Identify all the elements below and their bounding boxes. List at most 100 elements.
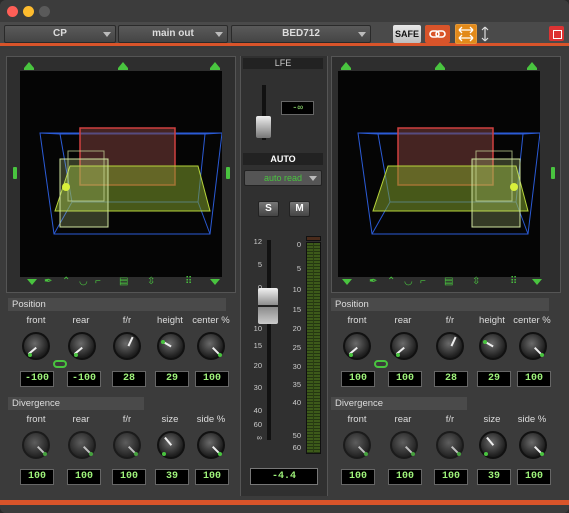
rear-right-speaker-icon[interactable] [210, 279, 220, 285]
arc-tool-icon[interactable]: ◡ [79, 277, 88, 287]
mute-button[interactable]: M [289, 201, 310, 217]
right-center-value[interactable]: 100 [517, 371, 551, 387]
side-left-speaker-icon[interactable] [13, 167, 17, 179]
right-div-rear-value[interactable]: 100 [388, 469, 422, 485]
main-fader-handle[interactable] [258, 288, 278, 324]
left-div-fr-knob[interactable] [113, 431, 141, 459]
close-window-button[interactable] [7, 6, 18, 17]
right-center-label: center % [513, 315, 551, 326]
right-div-front-knob[interactable] [343, 431, 371, 459]
left-fr-knob[interactable] [113, 332, 141, 360]
right-div-rear-knob[interactable] [390, 431, 418, 459]
track-selector-dropdown[interactable]: CP [4, 25, 116, 43]
bottom-accent-strip [0, 497, 569, 513]
draw-tool-icon[interactable]: ✒ [44, 277, 52, 287]
close-icon[interactable] [549, 26, 564, 41]
right-div-fr-knob[interactable] [436, 431, 464, 459]
right-divergence-title: Divergence [331, 397, 467, 410]
speaker-grid-icon[interactable]: ⠿ [510, 277, 517, 287]
grid-mode-icon[interactable]: ▤ [444, 277, 453, 287]
front-right-speaker-icon[interactable] [527, 62, 537, 70]
right-front-knob[interactable] [343, 332, 371, 360]
right-side-value[interactable]: 100 [517, 469, 551, 485]
grid-mode-icon[interactable]: ▤ [119, 277, 128, 287]
left-height-value[interactable]: 29 [155, 371, 189, 387]
rear-right-speaker-icon[interactable] [532, 279, 542, 285]
left-rear-knob[interactable] [68, 332, 96, 360]
left-front-value[interactable]: -100 [20, 371, 54, 387]
chain-link-icon[interactable] [53, 360, 67, 368]
rear-left-speaker-icon[interactable] [342, 279, 352, 285]
minimize-window-button[interactable] [23, 6, 34, 17]
right-fr-value[interactable]: 28 [434, 371, 468, 387]
right-size-knob[interactable] [479, 431, 507, 459]
side-right-speaker-icon[interactable] [551, 167, 555, 179]
left-div-rear-knob[interactable] [68, 431, 96, 459]
horizontal-arrows-icon [458, 26, 474, 42]
panner-room-graphic [39, 127, 223, 235]
front-left-speaker-icon[interactable] [24, 62, 34, 70]
front-right-speaker-icon[interactable] [210, 62, 220, 70]
left-center-value[interactable]: 100 [195, 371, 229, 387]
chevron-down-icon [103, 32, 111, 37]
left-size-value[interactable]: 39 [155, 469, 189, 485]
right-front-label: front [347, 315, 367, 326]
right-front-value[interactable]: 100 [341, 371, 375, 387]
left-height-knob[interactable] [157, 332, 185, 360]
safe-button[interactable]: SAFE [393, 25, 421, 43]
orientation-toggle-button[interactable] [455, 24, 477, 44]
left-center-knob[interactable] [197, 332, 225, 360]
plugin-window: CP main out BED712 SAFE ✒ ⌃ ◡ ⌐ ▤ ⇳ ⠿ Po… [0, 0, 569, 513]
left-div-rear-value[interactable]: 100 [67, 469, 101, 485]
left-3d-panner-view[interactable] [20, 71, 223, 277]
right-height-value[interactable]: 29 [477, 371, 511, 387]
side-right-speaker-icon[interactable] [226, 167, 230, 179]
meter-clip-indicator[interactable] [306, 236, 321, 241]
chain-link-icon[interactable] [374, 360, 388, 368]
left-div-fr-value[interactable]: 100 [112, 469, 146, 485]
link-button[interactable] [425, 25, 450, 43]
left-side-knob[interactable] [197, 431, 225, 459]
zoom-window-button[interactable] [39, 6, 50, 17]
automation-mode-dropdown[interactable]: auto read [244, 170, 322, 186]
right-fr-knob[interactable] [436, 332, 464, 360]
left-div-front-knob[interactable] [22, 431, 50, 459]
right-center-knob[interactable] [519, 332, 547, 360]
right-rear-value[interactable]: 100 [388, 371, 422, 387]
lfe-fader-handle[interactable] [256, 116, 271, 138]
left-side-value[interactable]: 100 [195, 469, 229, 485]
caret-tool-icon[interactable]: ⌃ [62, 277, 70, 287]
vertical-adjust-icon[interactable]: ⇳ [472, 277, 480, 287]
speaker-grid-icon[interactable]: ⠿ [185, 277, 192, 287]
arc-tool-icon[interactable]: ◡ [404, 277, 413, 287]
output-selector-dropdown[interactable]: main out [118, 25, 228, 43]
fader-scale-label: 15 [253, 341, 262, 350]
fader-value-display[interactable]: -4.4 [250, 468, 318, 485]
left-rear-value[interactable]: -100 [67, 371, 101, 387]
right-rear-knob[interactable] [390, 332, 418, 360]
right-side-knob[interactable] [519, 431, 547, 459]
corner-tool-icon[interactable]: ⌐ [95, 277, 101, 287]
caret-tool-icon[interactable]: ⌃ [387, 277, 395, 287]
left-div-front-value[interactable]: 100 [20, 469, 54, 485]
left-fr-value[interactable]: 28 [112, 371, 146, 387]
right-div-front-value[interactable]: 100 [341, 469, 375, 485]
right-size-value[interactable]: 39 [477, 469, 511, 485]
front-center-speaker-icon[interactable] [435, 62, 445, 70]
rear-left-speaker-icon[interactable] [27, 279, 37, 285]
right-3d-panner-view[interactable] [338, 71, 541, 277]
front-left-speaker-icon[interactable] [341, 62, 351, 70]
solo-button[interactable]: S [258, 201, 279, 217]
vertical-adjust-icon[interactable]: ⇳ [147, 277, 155, 287]
left-size-knob[interactable] [157, 431, 185, 459]
corner-tool-icon[interactable]: ⌐ [420, 277, 426, 287]
front-center-speaker-icon[interactable] [118, 62, 128, 70]
knob-pointer [164, 436, 173, 446]
path-selector-dropdown[interactable]: BED712 [231, 25, 371, 43]
right-height-knob[interactable] [479, 332, 507, 360]
right-div-fr-value[interactable]: 100 [434, 469, 468, 485]
lfe-value[interactable]: -∞ [281, 101, 314, 115]
vertical-arrows-icon[interactable] [480, 26, 490, 45]
draw-tool-icon[interactable]: ✒ [369, 277, 377, 287]
left-front-knob[interactable] [22, 332, 50, 360]
